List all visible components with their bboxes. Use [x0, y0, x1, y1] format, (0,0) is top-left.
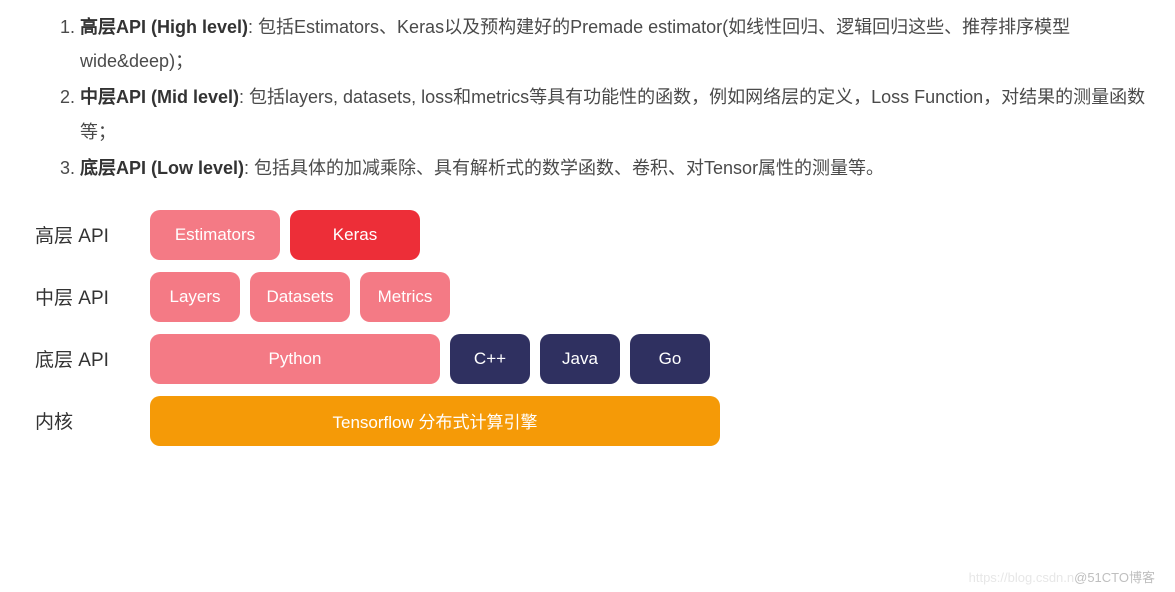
item-title: 中层API (Mid level): [80, 87, 239, 107]
row-label-low: 底层 API: [35, 345, 150, 372]
item-title: 底层API (Low level): [80, 158, 244, 178]
block-go: Go: [630, 334, 710, 384]
diagram-row-kernel: 内核 Tensorflow 分布式计算引擎: [35, 396, 1155, 446]
blocks-mid: Layers Datasets Metrics: [150, 272, 450, 322]
block-kernel: Tensorflow 分布式计算引擎: [150, 396, 720, 446]
block-cpp: C++: [450, 334, 530, 384]
blocks-low: Python C++ Java Go: [150, 334, 710, 384]
api-level-list: 高层API (High level): 包括Estimators、Keras以及…: [20, 10, 1155, 185]
list-item: 中层API (Mid level): 包括layers, datasets, l…: [80, 80, 1155, 148]
blocks-high: Estimators Keras: [150, 210, 420, 260]
blocks-kernel: Tensorflow 分布式计算引擎: [150, 396, 720, 446]
diagram-row-mid: 中层 API Layers Datasets Metrics: [35, 272, 1155, 322]
block-keras: Keras: [290, 210, 420, 260]
item-title: 高层API (High level): [80, 17, 248, 37]
block-estimators: Estimators: [150, 210, 280, 260]
block-java: Java: [540, 334, 620, 384]
item-desc: : 包括具体的加减乘除、具有解析式的数学函数、卷积、对Tensor属性的测量等。: [244, 158, 884, 178]
watermark-url: https://blog.csdn.n: [969, 570, 1075, 585]
diagram-row-low: 底层 API Python C++ Java Go: [35, 334, 1155, 384]
watermark: https://blog.csdn.n@51CTO博客: [969, 567, 1155, 586]
row-label-kernel: 内核: [35, 407, 150, 434]
watermark-text: @51CTO博客: [1074, 570, 1155, 585]
item-desc: : 包括layers, datasets, loss和metrics等具有功能性…: [80, 87, 1145, 141]
row-label-high: 高层 API: [35, 221, 150, 248]
row-label-mid: 中层 API: [35, 283, 150, 310]
block-layers: Layers: [150, 272, 240, 322]
block-metrics: Metrics: [360, 272, 450, 322]
diagram-row-high: 高层 API Estimators Keras: [35, 210, 1155, 260]
architecture-diagram: 高层 API Estimators Keras 中层 API Layers Da…: [20, 210, 1155, 446]
block-datasets: Datasets: [250, 272, 350, 322]
list-item: 底层API (Low level): 包括具体的加减乘除、具有解析式的数学函数、…: [80, 151, 1155, 185]
list-item: 高层API (High level): 包括Estimators、Keras以及…: [80, 10, 1155, 78]
block-python: Python: [150, 334, 440, 384]
